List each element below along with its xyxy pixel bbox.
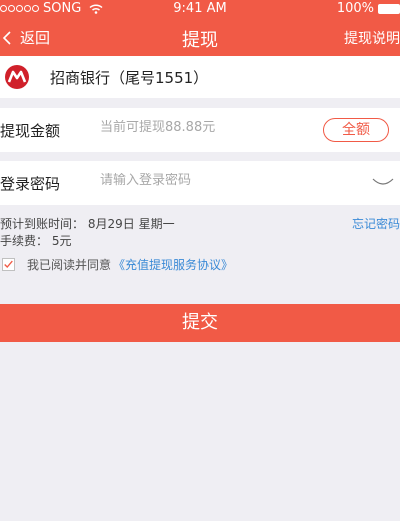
- submit-button[interactable]: 提交: [0, 304, 400, 342]
- login-password-label: 登录密码: [0, 175, 61, 193]
- bank-card-row[interactable]: 招商银行（尾号1551）: [0, 56, 400, 98]
- withdraw-amount-label: 提现金额: [0, 122, 61, 140]
- arrival-label: 预计到账时间：: [0, 217, 85, 231]
- withdraw-instructions-link[interactable]: 提现说明: [344, 28, 400, 48]
- agreement-text: 我已阅读并同意: [27, 257, 112, 272]
- login-password-input[interactable]: [100, 173, 320, 188]
- fee-info: 手续费： 5元: [0, 232, 71, 249]
- page-title: 提现: [182, 30, 218, 51]
- agreement-checkbox[interactable]: [2, 257, 15, 271]
- battery-percent: 100%: [336, 1, 374, 16]
- agreement-link[interactable]: 《充值提现服务协议》: [113, 256, 233, 273]
- bank-logo-icon: [5, 65, 29, 89]
- battery-icon: [378, 3, 400, 14]
- status-right: 100%: [337, 1, 400, 16]
- eye-closed-icon[interactable]: [372, 175, 394, 189]
- fee-label: 手续费：: [0, 234, 49, 248]
- arrival-time: 预计到账时间： 8月29日 星期一: [0, 215, 175, 232]
- fee-value: 5元: [51, 234, 72, 248]
- withdraw-amount-input[interactable]: [100, 120, 320, 135]
- full-amount-button[interactable]: 全额: [323, 118, 389, 142]
- arrival-value: 8月29日 星期一: [87, 217, 175, 231]
- login-password-row: 登录密码: [0, 161, 400, 205]
- withdraw-amount-row: 提现金额 全额: [0, 108, 400, 152]
- checkmark-icon: [4, 260, 13, 268]
- header: SONG 9:41 AM 100% 返回 提现 提现说明: [0, 0, 400, 56]
- status-bar: SONG 9:41 AM 100%: [0, 0, 400, 18]
- agreement-row: 我已阅读并同意 《充值提现服务协议》: [0, 256, 233, 272]
- forgot-password-link[interactable]: 忘记密码: [352, 215, 400, 232]
- navbar: 返回 提现 提现说明: [0, 20, 400, 56]
- bank-name: 招商银行（尾号1551）: [50, 68, 209, 87]
